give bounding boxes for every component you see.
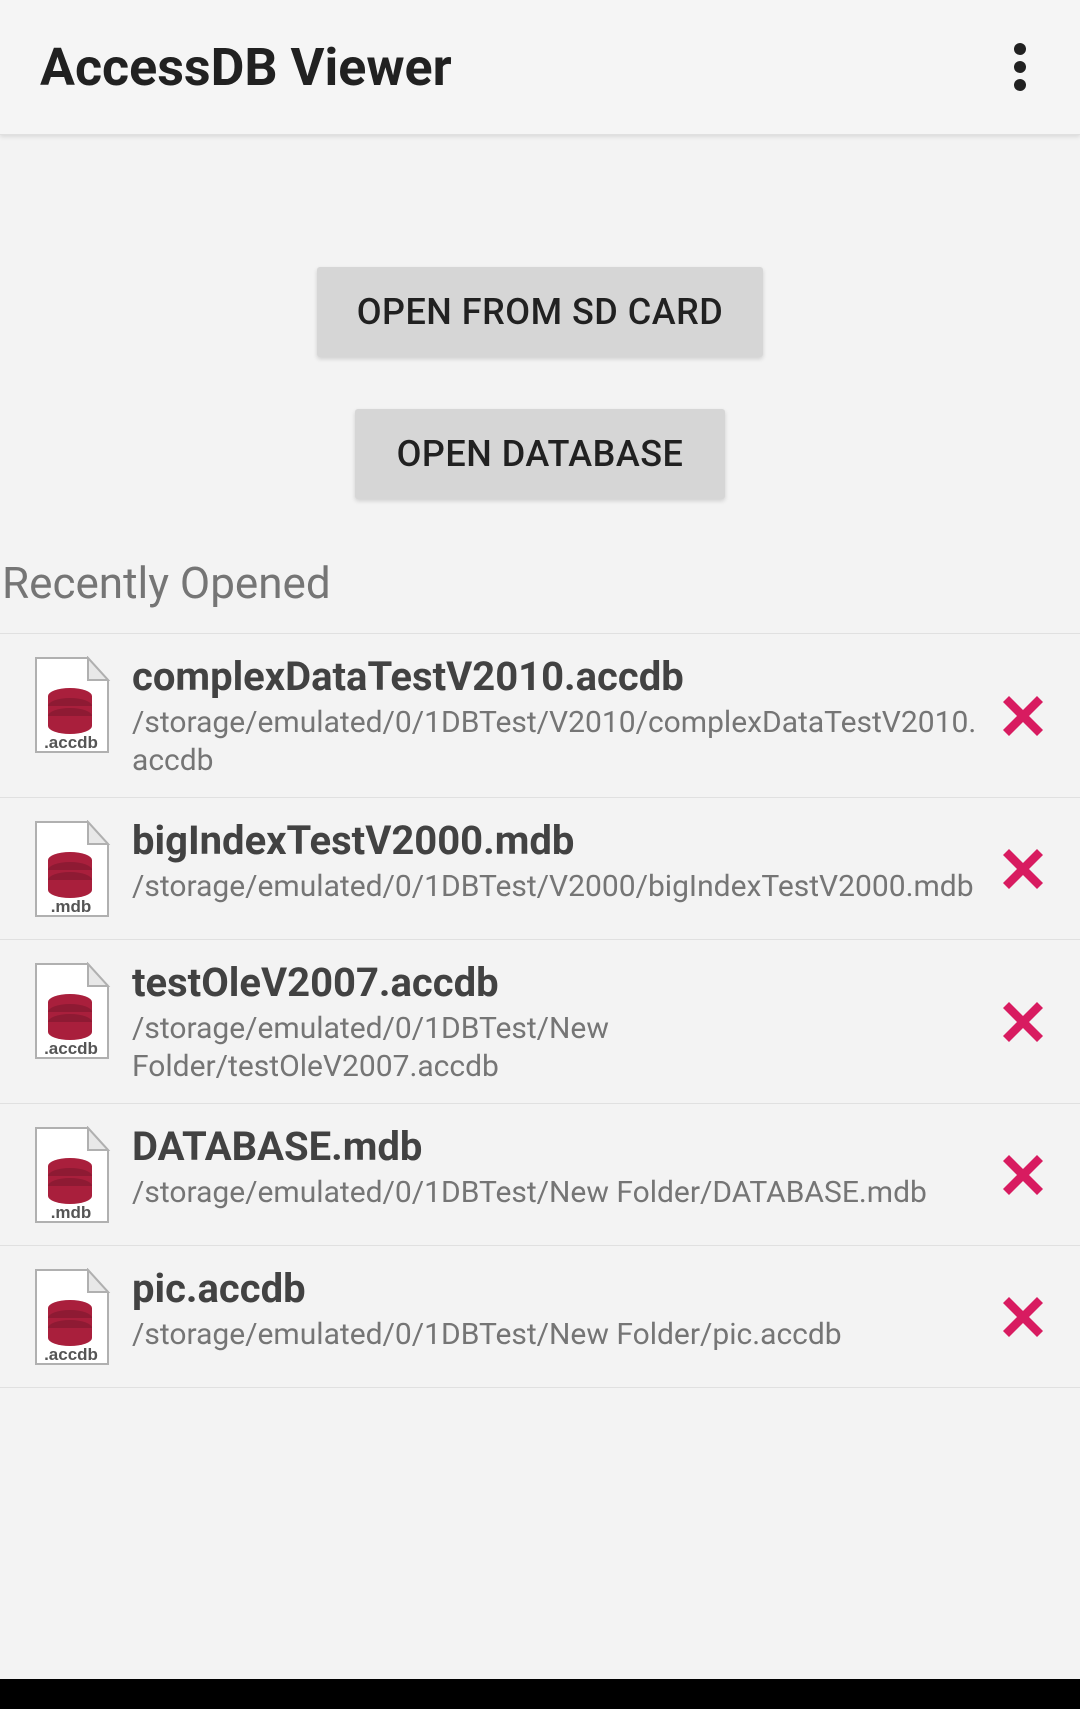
overflow-menu-button[interactable] (990, 37, 1050, 97)
delete-button[interactable] (988, 1140, 1058, 1210)
file-path: /storage/emulated/0/1DBTest/New Folder/D… (132, 1174, 978, 1212)
close-icon (999, 845, 1047, 893)
delete-button[interactable] (988, 834, 1058, 904)
file-info: testOleV2007.accdb /storage/emulated/0/1… (132, 958, 978, 1085)
file-row[interactable]: .accdb complexDataTestV2010.accdb /stora… (0, 634, 1080, 798)
file-info: pic.accdb /storage/emulated/0/1DBTest/Ne… (132, 1264, 978, 1354)
close-icon (999, 692, 1047, 740)
app-bar: AccessDB Viewer (0, 0, 1080, 135)
app-title: AccessDB Viewer (40, 37, 452, 98)
delete-button[interactable] (988, 987, 1058, 1057)
file-row[interactable]: .mdb DATABASE.mdb /storage/emulated/0/1D… (0, 1104, 1080, 1246)
file-path: /storage/emulated/0/1DBTest/New Folder/t… (132, 1010, 978, 1085)
close-icon (999, 1151, 1047, 1199)
svg-text:.accdb: .accdb (44, 1039, 98, 1058)
open-database-button[interactable]: OPEN DATABASE (355, 409, 725, 499)
close-icon (999, 998, 1047, 1046)
recent-file-list: .accdb complexDataTestV2010.accdb /stora… (0, 633, 1080, 1388)
database-file-icon: .mdb (30, 1126, 112, 1226)
system-nav-bar (0, 1679, 1080, 1709)
file-row[interactable]: .mdb bigIndexTestV2000.mdb /storage/emul… (0, 798, 1080, 940)
action-area: OPEN FROM SD CARD OPEN DATABASE (0, 135, 1080, 499)
file-info: complexDataTestV2010.accdb /storage/emul… (132, 652, 978, 779)
open-from-sd-card-button[interactable]: OPEN FROM SD CARD (317, 267, 764, 357)
file-path: /storage/emulated/0/1DBTest/V2010/comple… (132, 704, 978, 779)
svg-text:.mdb: .mdb (51, 1203, 92, 1222)
database-file-icon: .accdb (30, 962, 112, 1062)
file-name: bigIndexTestV2000.mdb (132, 818, 978, 864)
more-vert-icon (1014, 43, 1026, 91)
file-path: /storage/emulated/0/1DBTest/New Folder/p… (132, 1316, 978, 1354)
svg-text:.mdb: .mdb (51, 897, 92, 916)
file-row[interactable]: .accdb testOleV2007.accdb /storage/emula… (0, 940, 1080, 1104)
file-path: /storage/emulated/0/1DBTest/V2000/bigInd… (132, 868, 978, 906)
delete-button[interactable] (988, 1282, 1058, 1352)
file-name: DATABASE.mdb (132, 1124, 978, 1170)
file-row[interactable]: .accdb pic.accdb /storage/emulated/0/1DB… (0, 1246, 1080, 1388)
delete-button[interactable] (988, 681, 1058, 751)
svg-text:.accdb: .accdb (44, 1345, 98, 1364)
database-file-icon: .mdb (30, 820, 112, 920)
database-file-icon: .accdb (30, 656, 112, 756)
file-name: testOleV2007.accdb (132, 960, 978, 1006)
svg-text:.accdb: .accdb (44, 733, 98, 752)
close-icon (999, 1293, 1047, 1341)
recently-opened-heading: Recently Opened (0, 499, 1080, 633)
database-file-icon: .accdb (30, 1268, 112, 1368)
file-info: DATABASE.mdb /storage/emulated/0/1DBTest… (132, 1122, 978, 1212)
file-name: complexDataTestV2010.accdb (132, 654, 978, 700)
file-name: pic.accdb (132, 1266, 978, 1312)
file-info: bigIndexTestV2000.mdb /storage/emulated/… (132, 816, 978, 906)
